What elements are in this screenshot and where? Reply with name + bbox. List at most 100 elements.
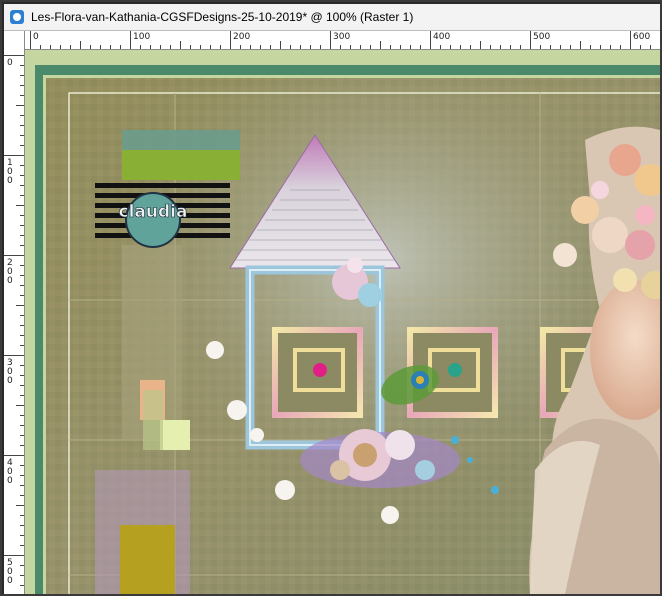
image-canvas[interactable]: claudia: [25, 50, 660, 594]
ruler-tick: [20, 295, 24, 296]
ruler-tick: [4, 155, 24, 156]
ruler-tick: [210, 45, 211, 49]
ruler-tick: [4, 555, 24, 556]
ruler-label: 0: [7, 576, 13, 586]
ruler-tick: [660, 45, 661, 49]
ruler-tick: [20, 375, 24, 376]
title-bar[interactable]: Les-Flora-van-Kathania-CGSFDesigns-25-10…: [4, 4, 660, 31]
ruler-tick: [4, 55, 24, 56]
ruler-tick: [510, 45, 511, 49]
ruler-tick: [460, 45, 461, 49]
ruler-tick: [4, 255, 24, 256]
ruler-tick: [16, 205, 24, 206]
ruler-tick: [580, 41, 581, 49]
ruler-label: 0: [7, 376, 13, 386]
ruler-tick: [20, 285, 24, 286]
ruler-tick: [380, 41, 381, 49]
ruler-tick: [270, 45, 271, 49]
ruler-tick: [16, 505, 24, 506]
ruler-tick: [50, 45, 51, 49]
window-title: Les-Flora-van-Kathania-CGSFDesigns-25-10…: [31, 10, 414, 24]
ruler-tick: [160, 45, 161, 49]
ruler-tick: [390, 45, 391, 49]
ruler-tick: [240, 45, 241, 49]
ruler-tick: [20, 315, 24, 316]
ruler-tick: [30, 31, 31, 49]
ruler-tick: [20, 485, 24, 486]
ruler-tick: [180, 41, 181, 49]
ruler-tick: [20, 225, 24, 226]
ruler-tick: [290, 45, 291, 49]
ruler-tick: [610, 45, 611, 49]
ruler-tick: [20, 235, 24, 236]
ruler-tick: [360, 45, 361, 49]
ruler-tick: [20, 115, 24, 116]
ruler-tick: [350, 45, 351, 49]
ruler-tick: [20, 545, 24, 546]
ruler-tick: [170, 45, 171, 49]
ruler-tick: [20, 145, 24, 146]
ruler-tick: [4, 355, 24, 356]
ruler-tick: [20, 475, 24, 476]
ruler-tick: [310, 45, 311, 49]
ruler-tick: [590, 45, 591, 49]
ruler-tick: [540, 45, 541, 49]
ruler-tick: [420, 45, 421, 49]
ruler-tick: [440, 45, 441, 49]
app-icon: [10, 10, 24, 24]
ruler-tick: [20, 565, 24, 566]
ruler-tick: [260, 45, 261, 49]
ruler-tick: [200, 45, 201, 49]
artwork: claudia: [25, 50, 660, 594]
ruler-tick: [450, 45, 451, 49]
horizontal-ruler[interactable]: 0 100 200 300 400 500 600: [24, 31, 661, 50]
svg-text:claudia: claudia: [119, 202, 188, 222]
ruler-tick: [550, 45, 551, 49]
ruler-tick: [20, 495, 24, 496]
ruler-tick: [20, 165, 24, 166]
ruler-tick: [20, 275, 24, 276]
ruler-tick: [100, 45, 101, 49]
ruler-tick: [20, 335, 24, 336]
ruler-tick: [20, 195, 24, 196]
ruler-tick: [640, 45, 641, 49]
ruler-tick: [20, 515, 24, 516]
ruler-tick: [20, 385, 24, 386]
ruler-tick: [16, 305, 24, 306]
ruler-tick: [90, 45, 91, 49]
ruler-tick: [140, 45, 141, 49]
ruler-tick: [20, 365, 24, 366]
ruler-tick: [40, 45, 41, 49]
ruler-tick: [530, 31, 531, 49]
ruler-tick: [630, 31, 631, 49]
ruler-tick: [20, 65, 24, 66]
ruler-label: 100: [133, 32, 151, 42]
ruler-tick: [16, 405, 24, 406]
ruler-tick: [480, 41, 481, 49]
ruler-tick: [520, 45, 521, 49]
ruler-tick: [340, 45, 341, 49]
ruler-tick: [20, 95, 24, 96]
vertical-ruler[interactable]: 0100200300400500: [4, 31, 25, 594]
ruler-tick: [430, 31, 431, 49]
ruler-tick: [130, 31, 131, 49]
ruler-tick: [20, 175, 24, 176]
ruler-tick: [470, 45, 471, 49]
ruler-tick: [20, 415, 24, 416]
ruler-tick: [20, 395, 24, 396]
ruler-tick: [490, 45, 491, 49]
ruler-tick: [20, 345, 24, 346]
ruler-tick: [230, 31, 231, 49]
ruler-tick: [20, 435, 24, 436]
ruler-tick: [20, 325, 24, 326]
ruler-label: 0: [7, 276, 13, 286]
ruler-tick: [250, 45, 251, 49]
ruler-tick: [20, 125, 24, 126]
ruler-tick: [320, 45, 321, 49]
ruler-tick: [330, 31, 331, 49]
ruler-label: 0: [33, 32, 39, 42]
ruler-tick: [70, 45, 71, 49]
ruler-label: 400: [433, 32, 451, 42]
ruler-tick: [120, 45, 121, 49]
ruler-label: 200: [233, 32, 251, 42]
